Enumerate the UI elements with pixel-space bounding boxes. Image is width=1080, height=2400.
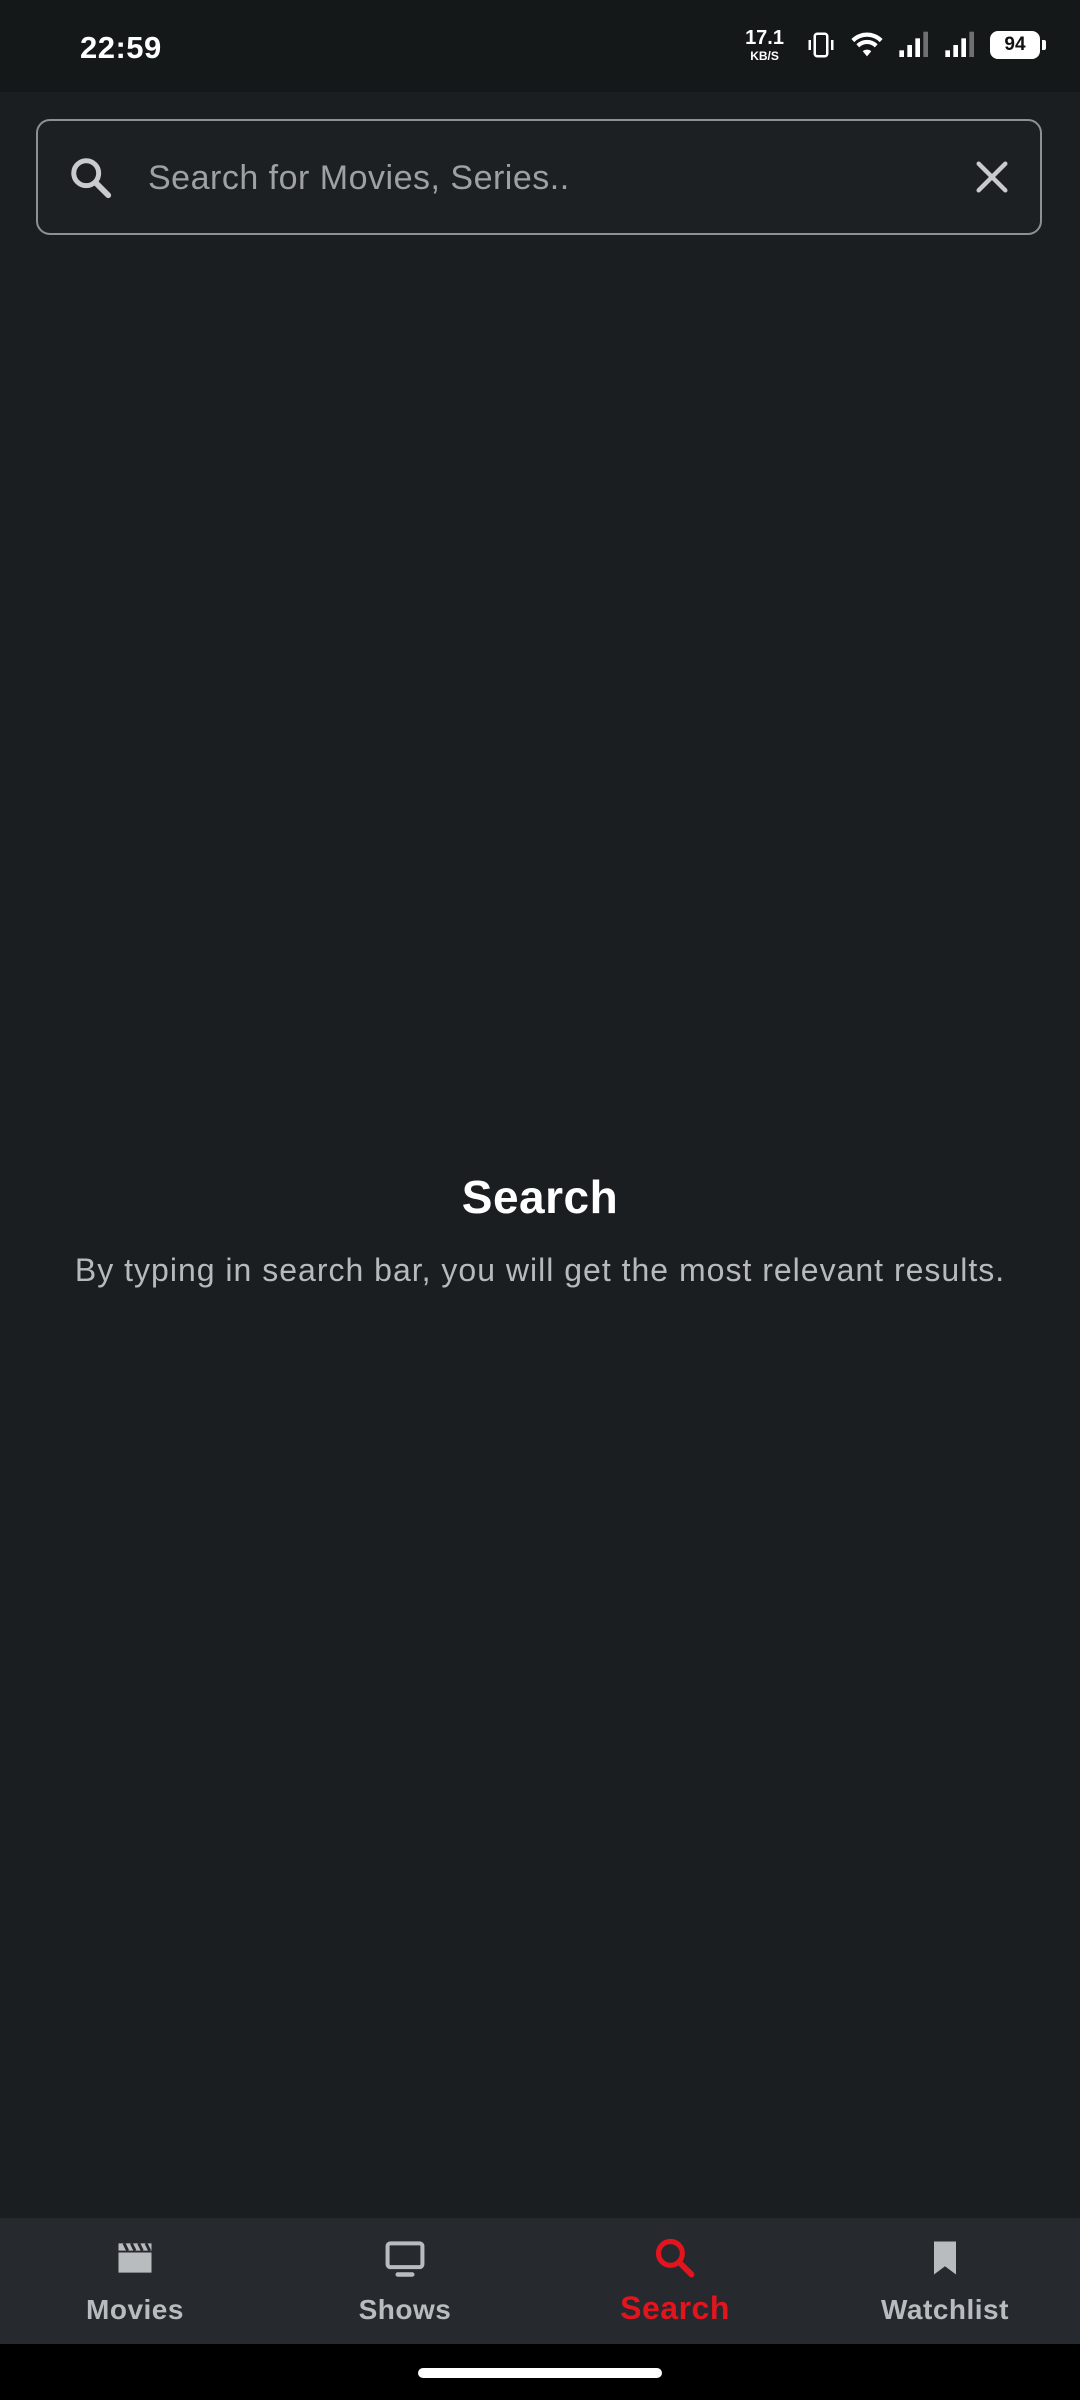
close-icon[interactable] bbox=[972, 157, 1012, 197]
status-time: 22:59 bbox=[80, 30, 162, 65]
network-speed: 17.1 KB/S bbox=[745, 28, 784, 62]
search-input[interactable] bbox=[146, 141, 970, 215]
nav-item-shows[interactable]: Shows bbox=[270, 2218, 540, 2344]
search-icon bbox=[71, 158, 112, 199]
empty-state-description: By typing in search bar, you will get th… bbox=[74, 1252, 1006, 1288]
signal-icon bbox=[899, 31, 928, 57]
status-bar: 22:59 17.1 KB/S 94 bbox=[0, 0, 1080, 92]
bookmark-icon bbox=[934, 2241, 956, 2275]
wifi-icon bbox=[851, 32, 883, 57]
network-speed-value: 17.1 bbox=[745, 27, 784, 49]
nav-label-movies: Movies bbox=[86, 2294, 184, 2325]
network-speed-unit: KB/S bbox=[750, 49, 779, 63]
bottom-navigation: Movies Shows Search Watchlist bbox=[0, 2218, 1080, 2344]
search-bar[interactable] bbox=[36, 119, 1042, 235]
search-icon bbox=[655, 2238, 695, 2278]
nav-label-search: Search bbox=[620, 2290, 730, 2326]
nav-item-watchlist[interactable]: Watchlist bbox=[810, 2218, 1080, 2344]
nav-label-shows: Shows bbox=[358, 2294, 452, 2325]
clapperboard-icon bbox=[118, 2242, 152, 2273]
status-icons: 17.1 KB/S 94 bbox=[745, 28, 1046, 62]
tv-icon bbox=[385, 2241, 425, 2277]
vibrate-icon bbox=[808, 32, 834, 58]
signal-icon-2 bbox=[945, 31, 974, 57]
nav-item-search[interactable]: Search bbox=[540, 2218, 810, 2344]
empty-state-title: Search bbox=[461, 1171, 619, 1223]
battery-indicator: 94 bbox=[990, 31, 1046, 59]
nav-item-movies[interactable]: Movies bbox=[0, 2218, 270, 2344]
home-indicator[interactable] bbox=[418, 2368, 662, 2378]
nav-label-watchlist: Watchlist bbox=[881, 2294, 1009, 2325]
gesture-bar bbox=[0, 2344, 1080, 2400]
